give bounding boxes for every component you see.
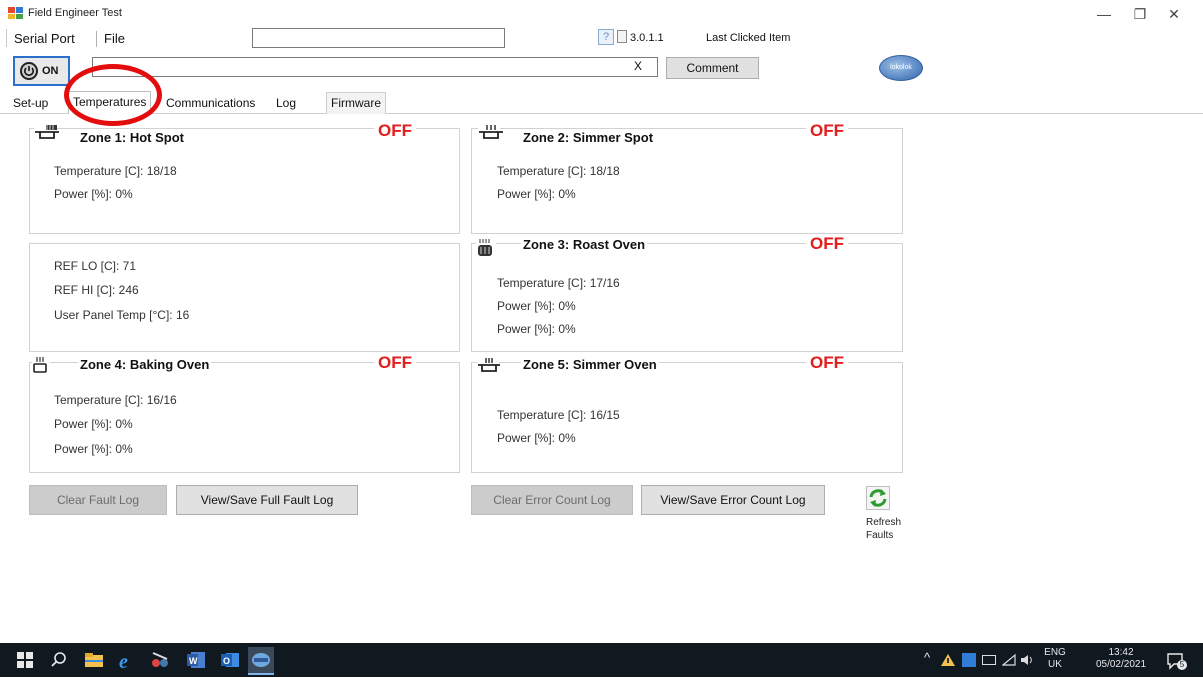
menu-file[interactable]: File — [104, 31, 125, 46]
word-icon[interactable]: W — [186, 651, 206, 669]
snipping-tool-icon[interactable] — [150, 651, 170, 669]
wifi-icon[interactable] — [1001, 653, 1016, 667]
zone-1-status: OFF — [374, 121, 416, 141]
tab-firmware[interactable]: Firmware — [326, 92, 386, 114]
top-text-input[interactable] — [252, 28, 505, 48]
view-save-error-count-log-button[interactable]: View/Save Error Count Log — [641, 485, 825, 515]
view-save-fault-log-button[interactable]: View/Save Full Fault Log — [176, 485, 358, 515]
menu-grip — [6, 29, 7, 47]
region-label: UK — [1048, 659, 1062, 670]
tray-chevron-icon[interactable]: ^ — [924, 651, 930, 664]
clock-date: 05/02/2021 — [1095, 659, 1147, 670]
menu-separator — [96, 31, 97, 47]
language-label: ENG — [1044, 647, 1066, 658]
zone-5-temperature: Temperature [C]: 16/15 — [497, 408, 620, 422]
clear-error-count-log-button[interactable]: Clear Error Count Log — [471, 485, 633, 515]
file-explorer-icon[interactable] — [84, 651, 104, 669]
annotation-circle — [64, 64, 162, 126]
comment-input[interactable] — [92, 57, 658, 77]
tab-communications[interactable]: Communications — [166, 94, 255, 114]
comment-button[interactable]: Comment — [666, 57, 759, 79]
warning-icon[interactable] — [940, 653, 956, 667]
app-icon — [8, 6, 24, 20]
zone-4-title: Zone 4: Baking Oven — [78, 357, 212, 372]
power-on-button[interactable]: ON — [13, 56, 70, 86]
last-clicked-label: Last Clicked Item — [706, 32, 791, 44]
zone-4-power: Power [%]: 0% — [54, 417, 133, 431]
roast-oven-icon — [476, 237, 496, 261]
zone-1-temperature: Temperature [C]: 18/18 — [54, 164, 177, 178]
clock[interactable]: 13:42 05/02/2021 — [1090, 647, 1152, 671]
clear-fault-log-button[interactable]: Clear Fault Log — [29, 485, 167, 515]
version-label: 3.0.1.1 — [630, 32, 664, 44]
internet-explorer-icon[interactable]: e — [117, 651, 137, 673]
zone-4-temperature: Temperature [C]: 16/16 — [54, 393, 177, 407]
zone-3-power-secondary: Power [%]: 0% — [497, 322, 576, 336]
brand-logo: lokolok — [879, 55, 923, 81]
refresh-faults-label[interactable]: Refresh Faults — [866, 516, 916, 542]
ref-lo: REF LO [C]: 71 — [54, 259, 137, 273]
zone-2-status: OFF — [806, 121, 848, 141]
outlook-icon[interactable]: O — [220, 651, 240, 669]
document-icon — [617, 30, 627, 43]
ref-hi: REF HI [C]: 246 — [54, 283, 139, 297]
hob-icon — [34, 124, 59, 140]
notification-count: 5 — [1177, 660, 1187, 670]
close-button[interactable]: ✕ — [1160, 4, 1188, 24]
zone-3-power: Power [%]: 0% — [497, 299, 576, 313]
zone-2-title: Zone 2: Simmer Spot — [521, 130, 656, 145]
svg-text:e: e — [119, 651, 128, 671]
tab-log[interactable]: Log — [276, 94, 296, 114]
active-app-indicator — [248, 673, 274, 675]
tab-setup[interactable]: Set-up — [13, 94, 48, 114]
volume-icon[interactable] — [1020, 653, 1034, 667]
zone-4-status: OFF — [374, 353, 416, 373]
restore-button[interactable]: ❐ — [1126, 4, 1154, 24]
zone-3-title: Zone 3: Roast Oven — [521, 237, 648, 252]
user-panel-temp: User Panel Temp [°C]: 16 — [54, 308, 190, 322]
help-icon[interactable]: ? — [598, 29, 614, 45]
clear-comment-button[interactable]: X — [634, 59, 642, 73]
search-icon[interactable] — [50, 651, 70, 669]
menu-serial-port[interactable]: Serial Port — [14, 31, 75, 46]
svg-text:W: W — [189, 656, 198, 666]
window-title: Field Engineer Test — [28, 7, 122, 19]
zone-5-title: Zone 5: Simmer Oven — [521, 357, 659, 372]
language-indicator[interactable]: ENG UK — [1042, 647, 1068, 671]
power-icon — [20, 62, 38, 80]
simmer-spot-icon — [478, 124, 503, 140]
tray-app-icon[interactable] — [962, 653, 976, 667]
clock-time: 13:42 — [1108, 647, 1134, 658]
zone-4-power-secondary: Power [%]: 0% — [54, 442, 133, 456]
svg-text:O: O — [223, 656, 230, 666]
zone-2-temperature: Temperature [C]: 18/18 — [497, 164, 620, 178]
title-bar — [0, 0, 1203, 28]
zone-1-power: Power [%]: 0% — [54, 187, 133, 201]
refresh-icon[interactable] — [866, 486, 890, 510]
power-on-label: ON — [42, 65, 59, 77]
zone-1-title: Zone 1: Hot Spot — [78, 130, 186, 145]
minimize-button[interactable]: — — [1090, 4, 1118, 24]
zone-3-status: OFF — [806, 234, 848, 254]
baking-oven-icon — [32, 355, 50, 377]
notification-icon[interactable]: 5 — [1166, 651, 1187, 671]
zone-2-power: Power [%]: 0% — [497, 187, 576, 201]
battery-icon[interactable] — [982, 655, 996, 665]
field-engineer-app-icon[interactable] — [248, 647, 274, 673]
simmer-oven-icon — [477, 356, 500, 372]
zone-5-power: Power [%]: 0% — [497, 431, 576, 445]
zone-3-temperature: Temperature [C]: 17/16 — [497, 276, 620, 290]
windows-start-icon[interactable] — [17, 652, 33, 668]
zone-5-status: OFF — [806, 353, 848, 373]
